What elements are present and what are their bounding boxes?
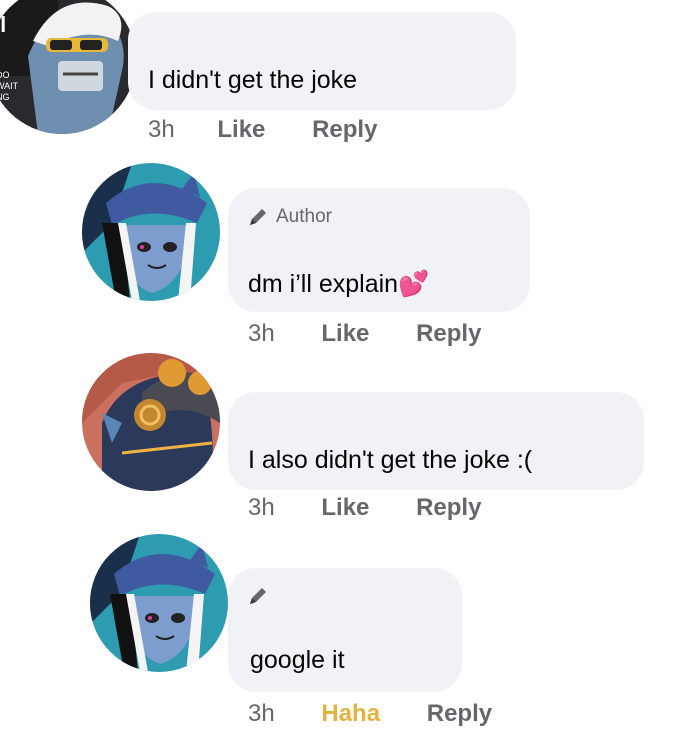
svg-text:DO: DO [0, 70, 10, 80]
commenter-avatar-3[interactable] [82, 353, 220, 491]
profile-avatar-icon [90, 534, 228, 672]
like-button-2[interactable]: Like [321, 320, 369, 347]
comment-bubble-3 [228, 392, 644, 490]
reply-button-3[interactable]: Reply [416, 494, 481, 521]
like-button-1[interactable]: Like [217, 116, 265, 143]
comment-meta-3: 3h Like Reply [248, 496, 481, 520]
pencil-icon [250, 588, 266, 604]
comment-time-1: 3h [148, 116, 175, 143]
comment-time-2: 3h [248, 320, 275, 347]
comment-meta-1: 3h Like Reply [148, 118, 377, 142]
svg-text:NG: NG [0, 92, 10, 102]
comment-time-3: 3h [248, 494, 275, 521]
svg-text:WAIT: WAIT [0, 81, 19, 91]
pencil-icon [250, 209, 266, 225]
reply-button-4[interactable]: Reply [427, 700, 492, 727]
comment-time-4: 3h [248, 700, 275, 727]
comment-text-3: I also didn't get the joke :( [248, 446, 533, 474]
profile-avatar-icon [82, 163, 220, 301]
comment-meta-4: 3h Haha Reply [248, 702, 492, 726]
comment-bubble-1 [128, 12, 516, 110]
comment-text-4: google it [250, 646, 345, 674]
profile-avatar-icon: ll DO WAIT NG [0, 0, 136, 134]
commenter-avatar-4[interactable] [90, 534, 228, 672]
comment-text-1: I didn't get the joke [148, 66, 358, 94]
svg-text:ll: ll [0, 12, 6, 37]
author-label: Author [276, 206, 332, 227]
commenter-avatar-2[interactable] [82, 163, 220, 301]
commenter-avatar-1[interactable]: ll DO WAIT NG [0, 0, 136, 134]
author-badge-2: Author [248, 206, 332, 228]
comment-text-2: dm i’ll explain💕 [248, 270, 430, 298]
reply-button-2[interactable]: Reply [416, 320, 481, 347]
author-badge-4 [248, 586, 268, 606]
comment-meta-2: 3h Like Reply [248, 322, 481, 346]
haha-reaction-button-4[interactable]: Haha [321, 700, 380, 727]
reply-button-1[interactable]: Reply [312, 116, 377, 143]
like-button-3[interactable]: Like [321, 494, 369, 521]
profile-avatar-icon [82, 353, 220, 491]
